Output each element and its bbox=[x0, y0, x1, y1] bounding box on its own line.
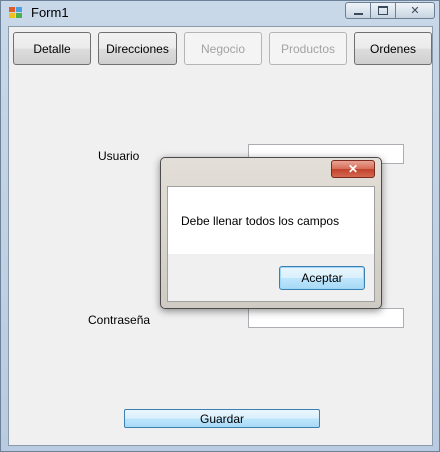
contrasena-input[interactable] bbox=[248, 308, 404, 328]
minimize-icon bbox=[353, 12, 363, 15]
dialog-close-button[interactable]: ✕ bbox=[331, 160, 375, 178]
ordenes-button[interactable]: Ordenes bbox=[354, 32, 432, 65]
productos-button-label: Productos bbox=[280, 41, 336, 56]
guardar-button[interactable]: Guardar bbox=[124, 409, 320, 428]
usuario-label: Usuario bbox=[98, 149, 140, 163]
title-bar[interactable]: Form1 ✕ bbox=[1, 1, 439, 25]
dialog-message: Debe llenar todos los campos bbox=[181, 214, 340, 228]
close-icon: ✕ bbox=[347, 162, 359, 176]
message-dialog: ✕ Debe llenar todos los campos Aceptar bbox=[160, 157, 382, 309]
dialog-body: Debe llenar todos los campos Aceptar bbox=[167, 186, 375, 302]
maximize-icon bbox=[378, 6, 388, 15]
aceptar-button-label: Aceptar bbox=[301, 271, 343, 285]
window-close-button[interactable]: ✕ bbox=[395, 2, 435, 19]
negocio-button-label: Negocio bbox=[200, 41, 246, 56]
close-icon: ✕ bbox=[410, 5, 420, 17]
guardar-button-label: Guardar bbox=[199, 411, 245, 426]
detalle-button-label: Detalle bbox=[33, 41, 71, 56]
dialog-message-area: Debe llenar todos los campos bbox=[168, 187, 374, 254]
form-app-icon bbox=[9, 7, 23, 19]
negocio-button[interactable]: Negocio bbox=[184, 32, 262, 65]
productos-button[interactable]: Productos bbox=[269, 32, 347, 65]
direcciones-button[interactable]: Direcciones bbox=[98, 32, 177, 65]
window-title: Form1 bbox=[31, 5, 69, 20]
minimize-button[interactable] bbox=[345, 2, 371, 19]
contrasena-label: Contraseña bbox=[88, 313, 151, 327]
aceptar-button[interactable]: Aceptar bbox=[279, 266, 365, 290]
ordenes-button-label: Ordenes bbox=[369, 41, 417, 56]
direcciones-button-label: Direcciones bbox=[106, 41, 169, 56]
maximize-button[interactable] bbox=[370, 2, 396, 19]
detalle-button[interactable]: Detalle bbox=[13, 32, 91, 65]
